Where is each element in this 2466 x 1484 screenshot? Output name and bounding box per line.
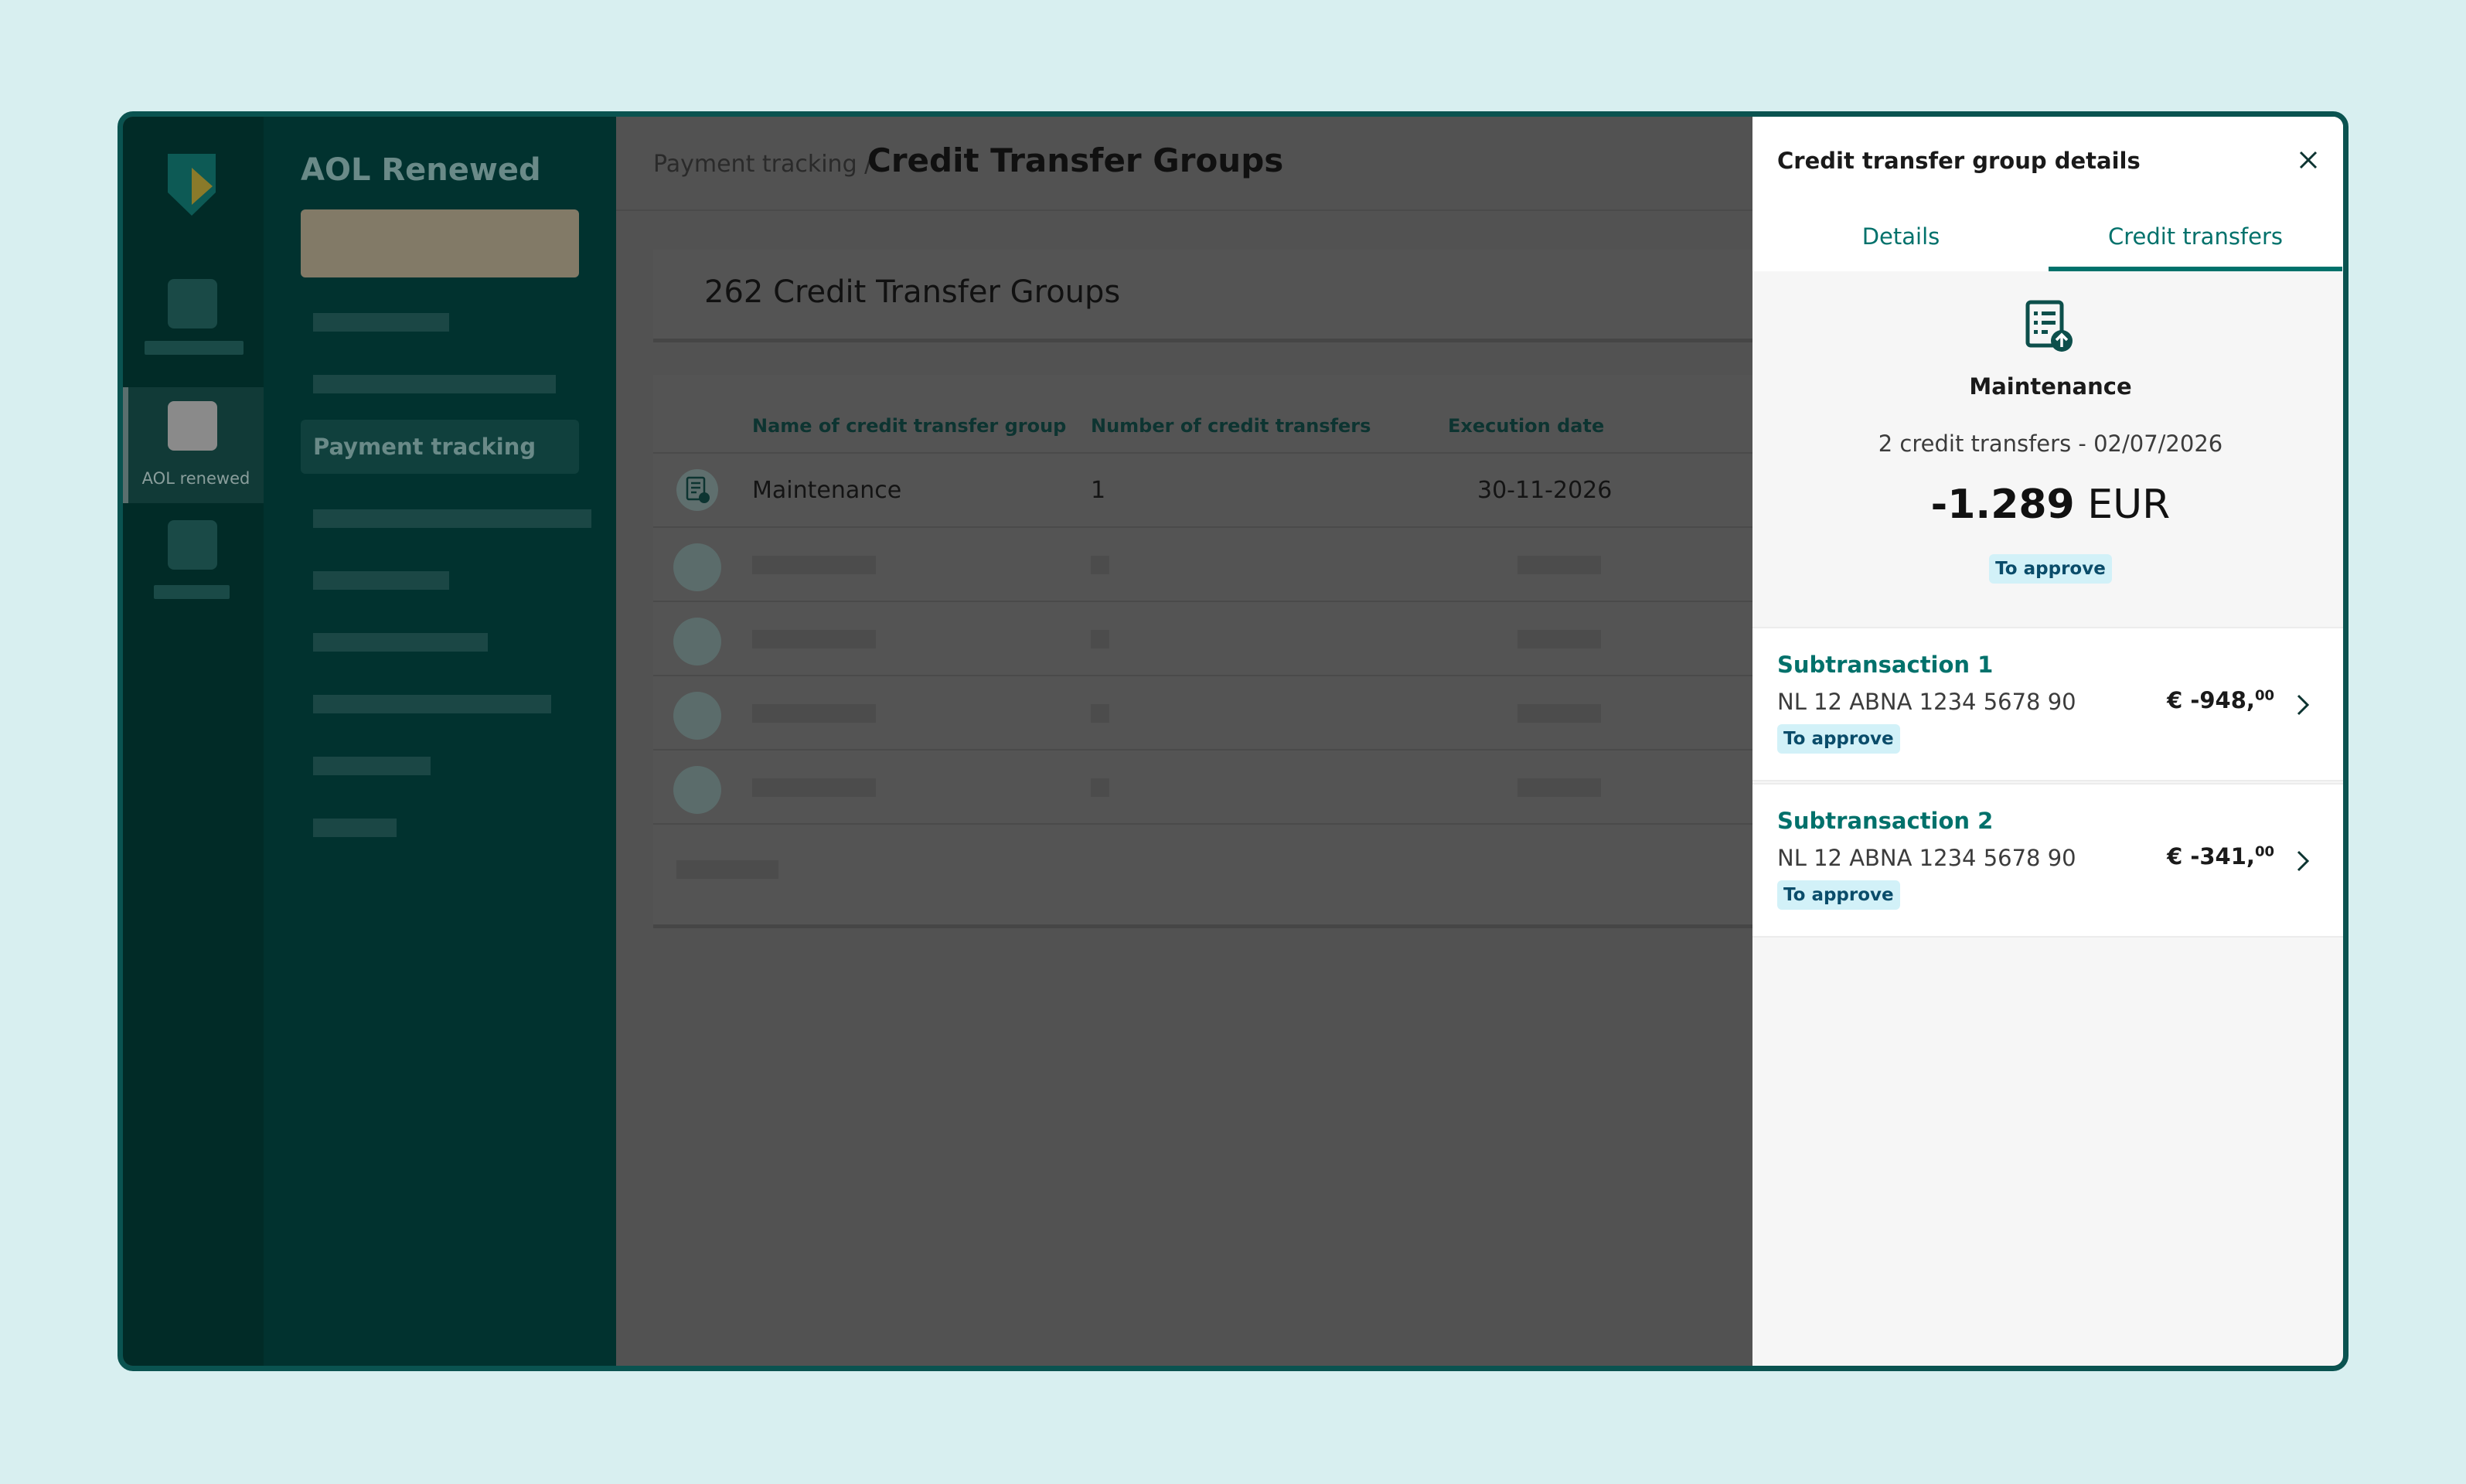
page-title: Credit Transfer Groups [867,141,1284,179]
tab-credit-transfers[interactable]: Credit transfers [2049,217,2342,271]
subtransaction-status: To approve [1777,880,1900,910]
skeleton-bar [752,704,876,723]
skeleton-pagination [676,860,778,879]
nav-item-label: Payment tracking [313,434,536,460]
table-row[interactable]: Maintenance 1 30-11-2026 [653,452,1813,526]
row-count: 1 [1091,477,1106,504]
nav-item-placeholder[interactable] [313,375,556,393]
amount-main: € -948, [2167,687,2255,713]
subtransaction-iban: NL 12 ABNA 1234 5678 90 [1777,689,2076,715]
subtransaction-title: Subtransaction 2 [1777,808,1994,834]
rail-icon-1[interactable] [168,279,217,328]
table-footer [653,823,1813,928]
rail-icon-aol [168,401,217,451]
skeleton-bar [1517,704,1601,723]
amount-cents: 00 [2254,843,2274,860]
skeleton-bar [1091,630,1109,648]
table-row-skeleton [653,675,1813,749]
status-badge: To approve [1989,554,2112,584]
skeleton-circle [673,766,721,814]
subtransaction-iban: NL 12 ABNA 1234 5678 90 [1777,845,2076,871]
skeleton-bar [1091,556,1109,574]
breadcrumb[interactable]: Payment tracking / [653,151,872,178]
rail-item-aol-renewed[interactable]: AOL renewed [123,387,264,503]
primary-action-button[interactable] [301,209,579,277]
nav-item-placeholder[interactable] [313,509,591,528]
nav-item-payment-tracking[interactable]: Payment tracking [301,420,579,474]
group-total-amount: -1.289 EUR [1752,482,2343,528]
row-date: 30-11-2026 [1477,477,1613,504]
count-card: 262 Credit Transfer Groups [653,250,1813,342]
subtransaction-amount: € -341,00 [2167,843,2274,870]
group-document-icon [2025,300,2073,352]
column-header-date[interactable]: Execution date [1448,415,1604,437]
group-count: 262 Credit Transfer Groups [704,274,1121,310]
tab-details[interactable]: Details [1754,217,2048,271]
column-header-count[interactable]: Number of credit transfers [1091,415,1371,437]
skeleton-bar [1091,778,1109,797]
nav-item-placeholder[interactable] [313,695,551,713]
status-badge: To approve [1777,880,1900,910]
groups-table: Name of credit transfer group Number of … [653,375,1813,928]
chevron-right-icon[interactable] [2294,848,2311,874]
subtransaction-title: Subtransaction 1 [1777,652,1994,678]
subtransaction-amount: € -948,00 [2167,687,2274,713]
chevron-right-icon[interactable] [2294,692,2311,718]
app-window: AOL renewed AOL Renewed Payment tracking… [118,111,2348,1371]
column-header-name[interactable]: Name of credit transfer group [752,415,1066,437]
skeleton-circle [673,618,721,665]
group-subtitle: 2 credit transfers - 02/07/2026 [1878,431,2223,457]
subtransaction-item[interactable]: Subtransaction 2 NL 12 ABNA 1234 5678 90… [1752,783,2343,938]
nav-item-placeholder[interactable] [313,633,488,652]
row-name: Maintenance [752,477,902,504]
bank-logo [168,154,216,216]
group-summary: Maintenance 2 credit transfers - 02/07/2… [1752,271,2343,627]
nav-item-placeholder[interactable] [313,313,449,332]
nav-item-placeholder[interactable] [313,571,449,590]
table-row-skeleton [653,749,1813,823]
rail-label-placeholder [145,341,244,355]
detail-panel: Credit transfer group details Details Cr… [1752,117,2343,1366]
status-badge: To approve [1777,724,1900,754]
skeleton-bar [752,778,876,797]
group-status: To approve [1752,554,2343,584]
close-icon[interactable] [2296,148,2321,172]
amount-cents: 00 [2254,687,2274,704]
skeleton-circle [673,543,721,591]
skeleton-bar [1517,778,1601,797]
skeleton-bar [1091,704,1109,723]
app-title: AOL Renewed [301,152,541,188]
tab-credit-transfers-label: Credit transfers [2107,223,2284,250]
skeleton-bar [1517,630,1601,648]
total-amount-value: -1.289 [1930,482,2075,528]
panel-title: Credit transfer group details [1777,148,2141,174]
subtransaction-status: To approve [1777,724,1900,754]
tab-details-label: Details [1861,223,1940,250]
rail-label-placeholder [154,585,230,599]
panel-header: Credit transfer group details Details Cr… [1752,117,2343,271]
nav-item-placeholder[interactable] [313,819,397,837]
left-rail: AOL renewed [123,117,264,1366]
amount-main: € -341, [2167,843,2255,870]
table-row-skeleton [653,601,1813,675]
group-name: Maintenance [1969,373,2132,400]
nav-item-placeholder[interactable] [313,757,431,775]
skeleton-bar [752,630,876,648]
total-amount-currency: EUR [2087,482,2171,528]
table-row-skeleton [653,526,1813,601]
skeleton-bar [1517,556,1601,574]
skeleton-circle [673,692,721,740]
group-document-icon [676,469,718,511]
subtransaction-item[interactable]: Subtransaction 1 NL 12 ABNA 1234 5678 90… [1752,627,2343,781]
secondary-sidebar: AOL Renewed Payment tracking [264,117,616,1366]
skeleton-bar [752,556,876,574]
rail-item-label: AOL renewed [141,469,250,488]
rail-icon-3[interactable] [168,520,217,570]
